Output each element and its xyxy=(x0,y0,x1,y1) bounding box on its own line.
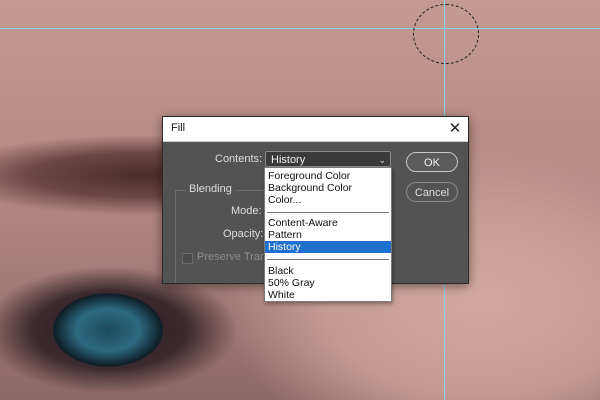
contents-select-value: History xyxy=(271,154,306,166)
opacity-label: Opacity: xyxy=(223,228,264,240)
menu-separator xyxy=(267,212,389,213)
menu-separator xyxy=(267,259,389,260)
elliptical-marquee-selection[interactable] xyxy=(413,4,479,64)
ok-button[interactable]: OK xyxy=(406,152,458,172)
option-content-aware[interactable]: Content-Aware xyxy=(265,217,391,229)
option-50-gray[interactable]: 50% Gray xyxy=(265,277,391,289)
option-background-color[interactable]: Background Color xyxy=(265,182,391,194)
contents-select[interactable]: History ⌄ xyxy=(265,151,391,167)
horizontal-guide[interactable] xyxy=(0,28,600,29)
close-icon[interactable]: ✕ xyxy=(444,118,466,140)
blending-group-title: Blending xyxy=(186,183,235,195)
option-white[interactable]: White xyxy=(265,289,391,301)
contents-dropdown-list: Foreground Color Background Color Color.… xyxy=(264,167,392,302)
preserve-transparency-checkbox[interactable] xyxy=(182,253,193,264)
option-pattern[interactable]: Pattern xyxy=(265,229,391,241)
contents-label: Contents: xyxy=(215,153,263,165)
preserve-transparency-label: Preserve Tran xyxy=(197,251,267,263)
option-black[interactable]: Black xyxy=(265,265,391,277)
option-color[interactable]: Color... xyxy=(265,194,391,206)
cancel-button[interactable]: Cancel xyxy=(406,182,458,202)
dialog-titlebar[interactable]: Fill ✕ xyxy=(163,117,468,142)
chevron-down-icon: ⌄ xyxy=(378,155,386,165)
mode-label: Mode: xyxy=(231,205,262,217)
option-foreground-color[interactable]: Foreground Color xyxy=(265,170,391,182)
option-history[interactable]: History xyxy=(265,241,391,253)
dialog-title: Fill xyxy=(171,122,186,134)
